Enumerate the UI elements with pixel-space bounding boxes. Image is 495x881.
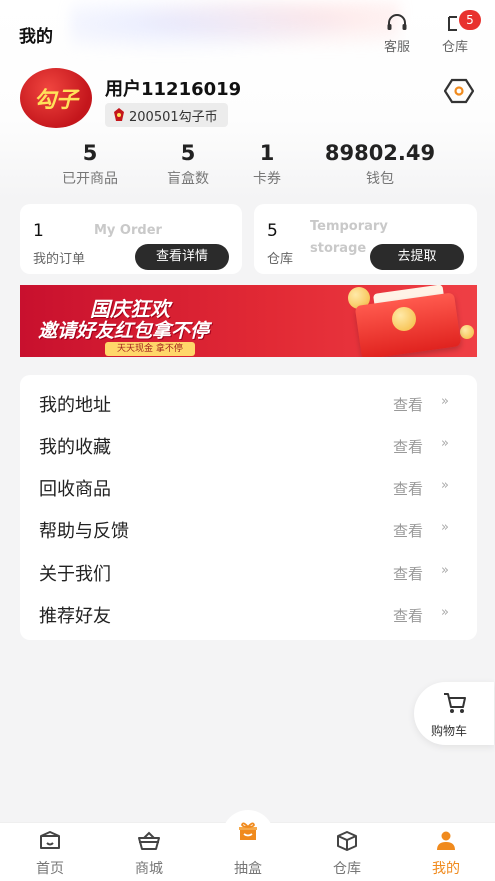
tab-mine[interactable]: 我的	[416, 823, 476, 881]
stat-value: 1	[259, 141, 275, 165]
stat-value: 89802.49	[324, 141, 436, 165]
menu-list: 我的地址 查看 » 我的收藏 查看 » 回收商品 查看 » 帮助与反馈 查看 »…	[20, 375, 477, 640]
warehouse-button[interactable]: 5 仓库	[433, 10, 481, 55]
gift-box-icon	[239, 822, 257, 840]
tab-label: 首页	[36, 861, 64, 877]
menu-item-label: 关于我们	[39, 564, 111, 585]
chevron-right-icon: »	[441, 394, 449, 409]
bottom-tab-bar: 首页 商城 抽盒 仓库 我的	[0, 810, 495, 881]
tab-label: 我的	[432, 861, 460, 877]
chevron-right-icon: »	[441, 436, 449, 451]
cart-button[interactable]: 购物车	[414, 682, 494, 745]
menu-item-label: 帮助与反馈	[39, 521, 129, 542]
menu-item-view: 查看	[393, 396, 424, 414]
storage-count: 5	[267, 221, 278, 241]
coin-balance-text: 200501勾子币	[129, 109, 218, 125]
avatar[interactable]: 勾子	[20, 68, 92, 128]
basket-icon	[138, 831, 160, 850]
menu-item-favorites[interactable]: 我的收藏 查看 »	[20, 422, 477, 464]
menu-item-help[interactable]: 帮助与反馈 查看 »	[20, 506, 477, 548]
chevron-right-icon: »	[441, 563, 449, 578]
storage-label: 仓库	[267, 252, 294, 267]
menu-item-address[interactable]: 我的地址 查看 »	[20, 380, 477, 422]
stat-opened-items[interactable]: 5 已开商品	[58, 140, 122, 188]
menu-item-refer-friend[interactable]: 推荐好友 查看 »	[20, 591, 477, 633]
stat-blind-boxes[interactable]: 5 盲盒数	[158, 140, 218, 188]
stat-wallet[interactable]: 89802.49 钱包	[320, 140, 440, 188]
stat-label: 已开商品	[62, 171, 118, 187]
menu-item-label: 回收商品	[39, 479, 111, 500]
shopping-cart-icon	[444, 693, 466, 713]
stat-value: 5	[82, 141, 98, 165]
coin-icon	[114, 108, 124, 121]
stat-value: 5	[180, 141, 196, 165]
my-order-card[interactable]: 1 My Order 我的订单 查看详情	[20, 204, 242, 274]
warehouse-label: 仓库	[441, 40, 468, 55]
chevron-right-icon: »	[441, 478, 449, 493]
person-icon	[437, 831, 455, 850]
coin-balance[interactable]: 200501勾子币	[105, 103, 228, 127]
settings-button[interactable]	[443, 78, 475, 104]
order-count: 1	[33, 221, 44, 241]
banner-tagline: 天天现金 拿不停	[105, 342, 195, 356]
menu-item-view: 查看	[393, 565, 424, 583]
tab-warehouse[interactable]: 仓库	[317, 823, 377, 881]
cart-label: 购物车	[431, 724, 468, 738]
menu-item-label: 推荐好友	[39, 606, 111, 627]
order-label: 我的订单	[33, 252, 86, 267]
storage-english-label-1: Temporary	[310, 219, 388, 234]
order-english-label: My Order	[94, 223, 162, 238]
view-details-button[interactable]: 查看详情	[135, 244, 229, 270]
cube-icon	[337, 831, 357, 851]
tab-mall[interactable]: 商城	[119, 823, 179, 881]
page-title: 我的	[19, 27, 53, 47]
username: 用户11216019	[105, 79, 242, 100]
tab-draw-box[interactable]: 抽盒	[218, 810, 278, 881]
tab-home[interactable]: 首页	[20, 823, 80, 881]
withdraw-button[interactable]: 去提取	[370, 244, 464, 270]
customer-service-label: 客服	[383, 40, 410, 55]
menu-item-label: 我的地址	[39, 395, 111, 416]
storage-english-label-2: storage	[310, 241, 367, 256]
menu-item-view: 查看	[393, 522, 424, 540]
chevron-right-icon: »	[441, 605, 449, 620]
stats-row: 5 已开商品 5 盲盒数 1 卡券 89802.49 钱包	[30, 140, 460, 190]
customer-service-button[interactable]: 客服	[375, 12, 419, 55]
chevron-right-icon: »	[441, 520, 449, 535]
tab-label: 仓库	[333, 861, 361, 877]
menu-item-view: 查看	[393, 438, 424, 456]
stat-label: 钱包	[366, 171, 394, 187]
tab-label: 商城	[135, 861, 163, 877]
stat-coupons[interactable]: 1 卡券	[243, 140, 291, 188]
menu-item-about[interactable]: 关于我们 查看 »	[20, 549, 477, 591]
banner-subheadline: 邀请好友红包拿不停	[38, 320, 210, 342]
storage-card[interactable]: 5 Temporary storage 仓库 去提取	[254, 204, 477, 274]
tab-label: 抽盒	[234, 861, 262, 877]
menu-item-view: 查看	[393, 480, 424, 498]
settings-hexagon-icon	[443, 78, 475, 104]
headset-icon	[375, 12, 419, 34]
coin-decoration	[460, 325, 474, 339]
header: 我的 客服 5 仓库	[0, 0, 495, 64]
coin-decoration	[392, 307, 416, 331]
stat-label: 卡券	[253, 171, 281, 187]
stat-label: 盲盒数	[167, 171, 209, 187]
menu-item-label: 我的收藏	[39, 437, 111, 458]
menu-item-view: 查看	[393, 607, 424, 625]
warehouse-count-badge: 5	[459, 10, 481, 30]
home-box-icon	[40, 831, 60, 849]
promo-banner[interactable]: 国庆狂欢 邀请好友红包拿不停 天天现金 拿不停	[20, 285, 477, 357]
menu-item-recycle[interactable]: 回收商品 查看 »	[20, 464, 477, 506]
